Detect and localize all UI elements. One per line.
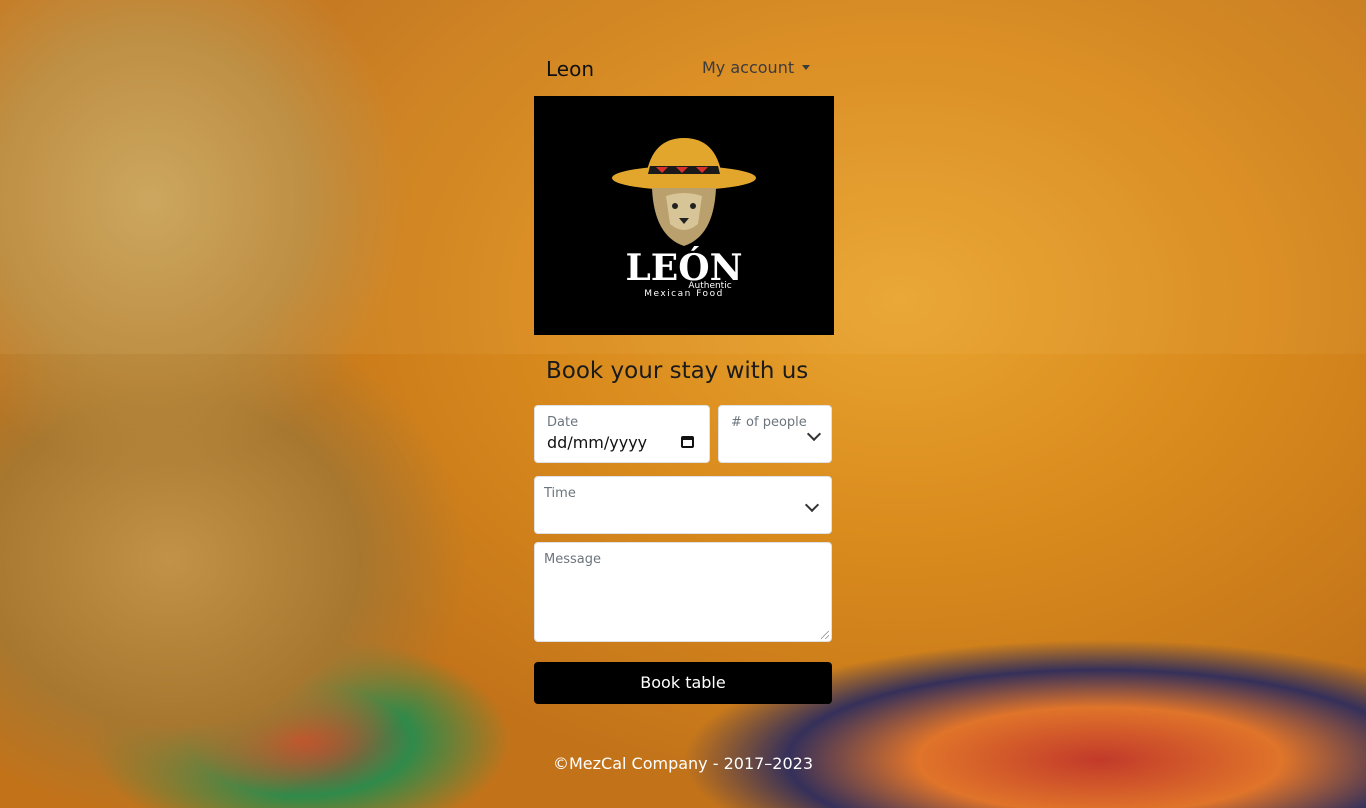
footer-copyright: ©MezCal Company - 2017–2023: [552, 754, 814, 773]
time-label: Time: [544, 486, 576, 501]
time-select[interactable]: Time: [534, 476, 832, 534]
chevron-down-icon: [802, 65, 811, 70]
chevron-down-icon: [804, 497, 820, 513]
logo-tagline-2: Mexican Food: [644, 289, 724, 299]
people-label: # of people: [731, 415, 807, 430]
brand-link[interactable]: Leon: [546, 57, 594, 81]
chevron-down-icon: [806, 426, 822, 442]
restaurant-logo: LEÓN Authentic Mexican Food: [534, 96, 834, 335]
book-table-button[interactable]: Book table: [534, 662, 832, 704]
date-field[interactable]: Date dd/mm/yyyy: [534, 405, 710, 463]
navbar: Leon My account: [534, 48, 834, 88]
my-account-label: My account: [702, 58, 795, 77]
my-account-dropdown[interactable]: My account: [702, 58, 811, 77]
calendar-icon[interactable]: [681, 436, 694, 448]
date-value: dd/mm/yyyy: [547, 433, 648, 452]
message-textarea[interactable]: Message: [534, 542, 832, 642]
message-label: Message: [544, 552, 601, 567]
date-label: Date: [547, 415, 579, 430]
resize-handle-icon[interactable]: [821, 631, 829, 639]
booking-heading: Book your stay with us: [546, 358, 809, 384]
people-select[interactable]: # of people: [718, 405, 832, 463]
